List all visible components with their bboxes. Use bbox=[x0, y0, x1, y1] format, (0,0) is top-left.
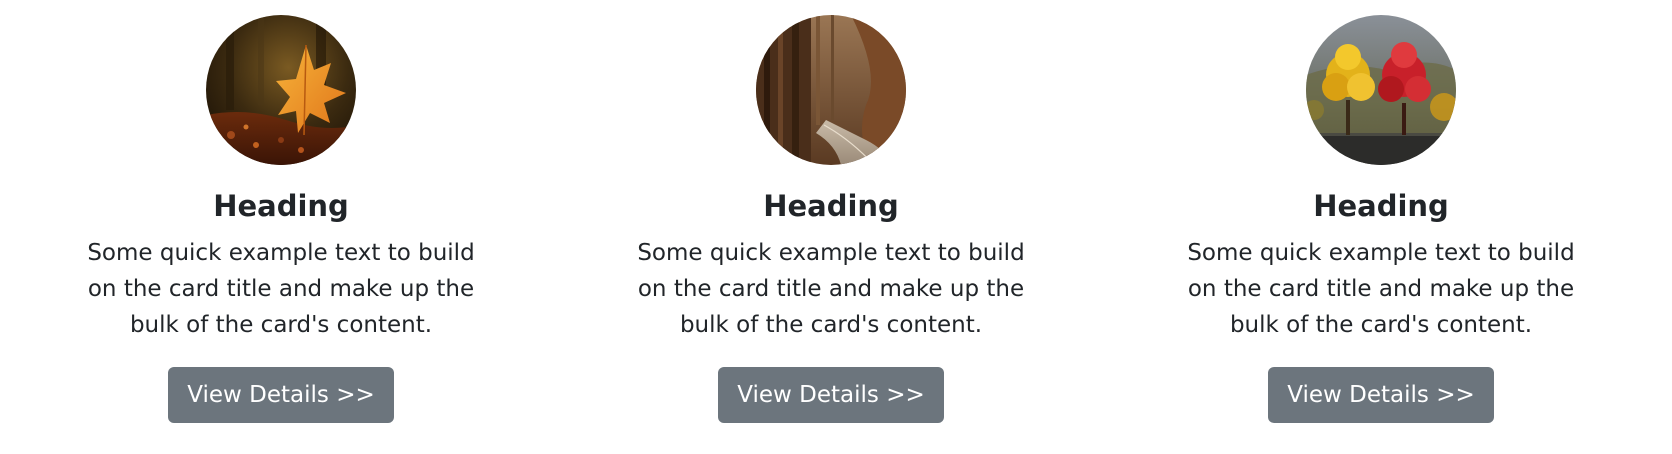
autumn-leaf-image bbox=[206, 15, 356, 165]
card: Heading Some quick example text to build… bbox=[621, 15, 1041, 423]
card-text: Some quick example text to build on the … bbox=[1187, 240, 1575, 338]
forest-road-image bbox=[756, 15, 906, 165]
card-text: Some quick example text to build on the … bbox=[87, 240, 475, 338]
view-details-button[interactable]: View Details >> bbox=[168, 367, 394, 423]
card-text: Some quick example text to build on the … bbox=[637, 240, 1025, 338]
card-heading: Heading bbox=[1313, 189, 1449, 223]
view-details-button[interactable]: View Details >> bbox=[1268, 367, 1494, 423]
autumn-trees-image bbox=[1306, 15, 1456, 165]
card: Heading Some quick example text to build… bbox=[71, 15, 491, 423]
view-details-button[interactable]: View Details >> bbox=[718, 367, 944, 423]
card-heading: Heading bbox=[763, 189, 899, 223]
card: Heading Some quick example text to build… bbox=[1171, 15, 1591, 423]
card-heading: Heading bbox=[213, 189, 349, 223]
cards-row: Heading Some quick example text to build… bbox=[0, 0, 1672, 454]
